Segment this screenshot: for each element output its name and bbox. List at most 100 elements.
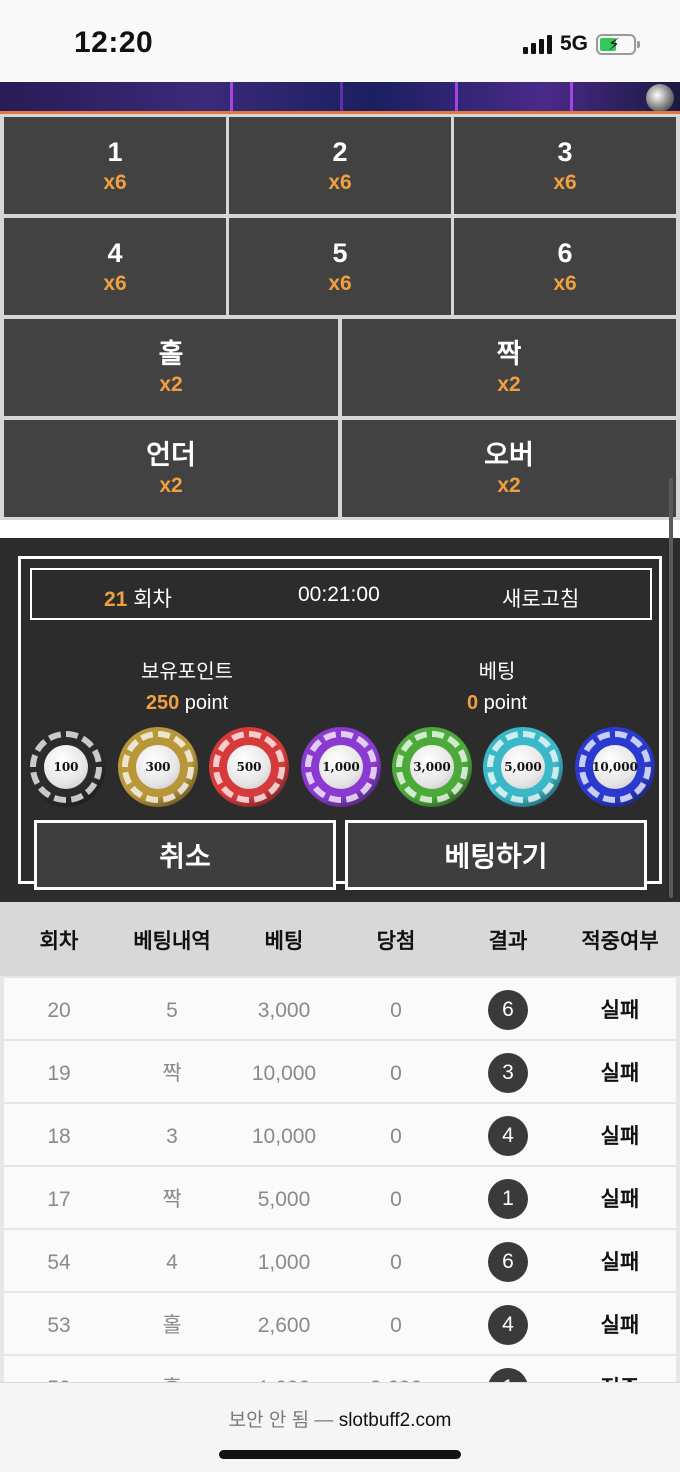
chip-value: 1,000 (319, 745, 363, 789)
cell-bet: 2,600 (257, 1314, 311, 1337)
cancel-button[interactable]: 취소 (34, 820, 336, 890)
chip-100[interactable]: 100 (26, 727, 106, 807)
cell-pick: 홀 (162, 1314, 182, 1337)
bet-label: 베팅 (478, 661, 516, 683)
bet-option-label: 3 (557, 136, 573, 167)
bet-option-multiplier: x2 (497, 372, 521, 396)
url-domain: slotbuff2.com (338, 1410, 452, 1431)
cell-pick: 3 (166, 1125, 178, 1148)
bet-option-label: 오버 (484, 439, 534, 470)
col-header-pick: 베팅내역 (133, 930, 211, 953)
bet-option-5[interactable]: 5 x6 (229, 218, 451, 315)
col-header-bet: 베팅 (264, 930, 304, 953)
bet-option-multiplier: x2 (159, 473, 183, 497)
not-secure-label: 보안 안 됨 (228, 1410, 310, 1431)
points-unit: point (184, 692, 229, 714)
col-header-status: 적중여부 (581, 930, 659, 953)
cell-pick: 짝 (162, 1188, 182, 1211)
cell-win: 0 (390, 999, 402, 1022)
bet-option-over[interactable]: 오버 x2 (342, 420, 676, 517)
url-separator: — (314, 1410, 334, 1431)
status-bar: 12:20 5G ⚡ (0, 0, 680, 82)
result-ball: 6 (488, 990, 528, 1030)
chip-5000[interactable]: 5,000 (483, 727, 563, 807)
chip-10000[interactable]: 10,000 (575, 727, 655, 807)
bet-option-multiplier: x6 (553, 170, 577, 194)
bet-option-6[interactable]: 6 x6 (454, 218, 676, 315)
result-ball: 6 (488, 1242, 528, 1282)
chip-value: 5,000 (501, 745, 545, 789)
bet-option-grid: 1 x6 2 x6 3 x6 4 x6 5 x6 6 x6 홀 x2 짝 x2 (0, 114, 680, 520)
chip-1000[interactable]: 1,000 (301, 727, 381, 807)
bet-line: 0 point (397, 688, 597, 719)
round-info-bar: 21 회차 00:21:00 새로고침 (30, 568, 652, 620)
cell-round: 20 (47, 999, 71, 1022)
network-label: 5G (559, 32, 588, 55)
cell-bet: 1,000 (257, 1251, 311, 1274)
table-row: 20 5 3,000 0 6 실패 (4, 978, 676, 1039)
cell-pick: 4 (166, 1251, 178, 1274)
cell-win: 0 (390, 1062, 402, 1085)
bet-option-multiplier: x2 (497, 473, 521, 497)
bet-option-label: 홀 (158, 338, 184, 369)
cell-status: 실패 (600, 999, 640, 1022)
chip-3000[interactable]: 3,000 (392, 727, 472, 807)
round-number: 21 (104, 588, 128, 611)
bet-option-label: 5 (332, 237, 348, 268)
place-bet-button[interactable]: 베팅하기 (345, 820, 647, 890)
chip-value: 10,000 (592, 745, 638, 789)
cell-pick: 짝 (162, 1062, 182, 1085)
bet-option-label: 2 (332, 136, 348, 167)
betting-panel-frame: 21 회차 00:21:00 새로고침 보유포인트 250 point 베팅 0… (18, 556, 662, 890)
col-header-win: 당첨 (376, 930, 416, 953)
cell-win: 0 (390, 1188, 402, 1211)
bet-info: 베팅 0 point (397, 657, 597, 719)
page-scrollbar[interactable] (669, 478, 673, 898)
points-line: 250 point (87, 688, 287, 719)
result-ball: 1 (488, 1179, 528, 1219)
round-indicator: 21 회차 (104, 583, 172, 613)
app-root: 12:20 5G ⚡ 1 x6 2 x6 3 x6 4 x6 5 x6 6 x6… (0, 0, 680, 1472)
bet-option-3[interactable]: 3 x6 (454, 117, 676, 214)
table-row: 18 3 10,000 0 4 실패 (4, 1104, 676, 1165)
table-row: 54 4 1,000 0 6 실패 (4, 1230, 676, 1291)
round-suffix: 회차 (133, 588, 172, 611)
bet-option-multiplier: x2 (159, 372, 183, 396)
bet-option-label: 1 (107, 136, 123, 167)
cell-bet: 10,000 (251, 1125, 317, 1148)
col-header-round: 회차 (39, 930, 79, 953)
cell-round: 54 (47, 1251, 71, 1274)
chip-row: 100 300 500 1,000 3,000 5,000 10,000 (26, 727, 656, 809)
round-timer: 00:21:00 (298, 583, 380, 606)
table-row: 53 홀 2,600 0 4 실패 (4, 1293, 676, 1354)
bet-option-2[interactable]: 2 x6 (229, 117, 451, 214)
home-indicator[interactable] (219, 1450, 461, 1459)
bet-option-even[interactable]: 짝 x2 (342, 319, 676, 416)
chip-300[interactable]: 300 (118, 727, 198, 807)
cell-win: 0 (390, 1314, 402, 1337)
col-header-result: 결과 (488, 930, 528, 953)
bet-option-1[interactable]: 1 x6 (4, 117, 226, 214)
history-table-header: 회차 베팅내역 베팅 당첨 결과 적중여부 (0, 902, 680, 976)
cell-bet: 3,000 (257, 999, 311, 1022)
cell-bet: 5,000 (257, 1188, 311, 1211)
cell-round: 17 (47, 1188, 71, 1211)
cell-status: 실패 (600, 1251, 640, 1274)
bet-option-under[interactable]: 언더 x2 (4, 420, 338, 517)
bet-option-multiplier: x6 (328, 271, 352, 295)
history-table-body: 20 5 3,000 0 6 실패 19 짝 10,000 0 3 실패 18 … (0, 976, 680, 1386)
signal-icon (522, 34, 552, 54)
table-row: 19 짝 10,000 0 3 실패 (4, 1041, 676, 1102)
bet-option-odd[interactable]: 홀 x2 (4, 319, 338, 416)
battery-icon: ⚡ (596, 33, 640, 55)
status-time: 12:20 (74, 26, 154, 59)
bet-option-multiplier: x6 (328, 170, 352, 194)
chip-500[interactable]: 500 (209, 727, 289, 807)
cell-status: 실패 (600, 1062, 640, 1085)
cell-status: 실패 (600, 1188, 640, 1211)
bet-option-4[interactable]: 4 x6 (4, 218, 226, 315)
cell-round: 53 (47, 1314, 71, 1337)
url-text[interactable]: 보안 안 됨 — slotbuff2.com (0, 1405, 680, 1432)
refresh-button[interactable]: 새로고침 (502, 583, 579, 613)
cell-pick: 5 (166, 999, 178, 1022)
